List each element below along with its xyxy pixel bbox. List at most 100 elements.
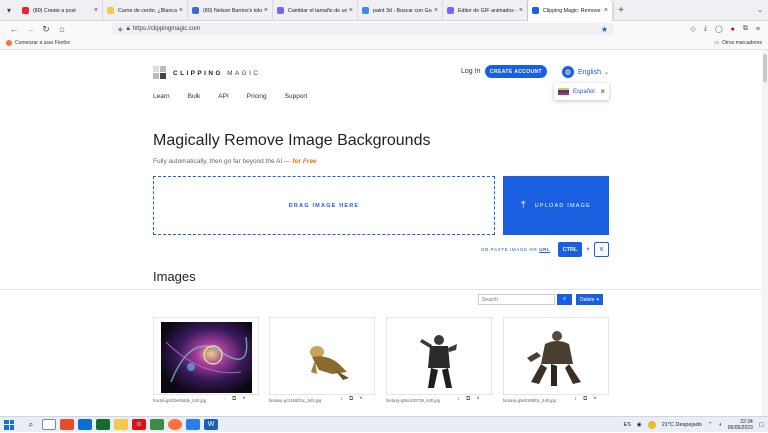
- close-tab-icon[interactable]: ×: [434, 7, 438, 14]
- list-all-tabs-icon[interactable]: ⌄: [752, 0, 768, 20]
- image-card[interactable]: [503, 317, 609, 395]
- search-icon[interactable]: ⌕: [24, 419, 38, 430]
- menu-item-support[interactable]: Support: [285, 93, 308, 100]
- delete-icon[interactable]: ×: [476, 396, 480, 403]
- app-icon[interactable]: [150, 419, 164, 430]
- download-icon[interactable]: ↓: [340, 396, 343, 403]
- tab-create-post[interactable]: (80) Create a post ×: [18, 0, 103, 21]
- menu-item-learn[interactable]: Learn: [153, 93, 170, 100]
- bookmark-star-icon[interactable]: ★: [601, 25, 608, 34]
- back-icon[interactable]: ←: [6, 24, 22, 34]
- search-button[interactable]: ⌕: [557, 294, 572, 305]
- language-indicator[interactable]: ES: [624, 422, 631, 428]
- open-external-icon[interactable]: ⧉: [349, 396, 353, 403]
- tab-carne-de-cerdo[interactable]: Carne de cerdo, ¿Blanca o Roja ×: [103, 0, 188, 21]
- tab-nelson-tokens[interactable]: (80) Nelson Barrios's tokens ar ×: [188, 0, 273, 21]
- extensions-puzzle-icon[interactable]: ⧉: [743, 25, 748, 33]
- images-search-input[interactable]: [478, 294, 555, 305]
- delete-icon[interactable]: ×: [242, 396, 246, 403]
- home-icon[interactable]: ⌂: [54, 24, 70, 34]
- image-filename: fractal-gc6f2e60dde_640.jpg: [153, 398, 207, 403]
- opera-icon[interactable]: o: [132, 419, 146, 430]
- upload-icon: ⤒: [521, 200, 527, 211]
- delete-dropdown[interactable]: Delete ▾: [576, 294, 603, 305]
- tray-chevron-icon[interactable]: ⌃: [708, 422, 713, 428]
- app-icon[interactable]: [78, 419, 92, 430]
- tab-clipping-magic[interactable]: Clipping Magic: Remove Backgr ×: [528, 0, 613, 21]
- close-tab-icon[interactable]: ×: [519, 7, 523, 14]
- lock-icon[interactable]: 🔒︎: [127, 26, 130, 33]
- image-card[interactable]: [386, 317, 492, 395]
- open-external-icon[interactable]: ⧉: [466, 396, 470, 403]
- image-card[interactable]: [269, 317, 375, 395]
- language-selector[interactable]: ◍ English ⌄: [562, 66, 609, 78]
- volume-icon[interactable]: ◖: [718, 422, 721, 428]
- url-bar[interactable]: ◈ 🔒︎ https://clippingmagic.com ★: [112, 23, 614, 35]
- scrollbar-thumb[interactable]: [763, 54, 767, 82]
- tab-title: (80) Create a post: [33, 7, 76, 14]
- browser-nav-bar: ← → ↻ ⌂ ◈ 🔒︎ https://clippingmagic.com ★…: [0, 21, 768, 37]
- tab-resize-gif[interactable]: Cambiar el tamaño de un GIF o ×: [273, 0, 358, 21]
- bookmark-getting-started[interactable]: Comenzar a usar Firefox: [15, 40, 70, 46]
- drag-image-dropzone[interactable]: DRAG IMAGE HERE: [153, 176, 495, 235]
- app-icon[interactable]: [60, 419, 74, 430]
- delete-icon[interactable]: ×: [359, 396, 363, 403]
- extension-icon[interactable]: ●: [731, 26, 735, 33]
- app-icon[interactable]: [186, 419, 200, 430]
- download-icon[interactable]: ↓: [223, 396, 226, 403]
- menu-item-bulk[interactable]: Bulk: [188, 93, 201, 100]
- windows-start-icon[interactable]: [4, 419, 14, 430]
- weather-text[interactable]: 21°C Despejado: [662, 422, 702, 428]
- close-icon[interactable]: ×: [600, 87, 605, 96]
- login-link[interactable]: Log In: [461, 68, 480, 75]
- firefox-icon[interactable]: [168, 419, 182, 430]
- fantasy-warrior-thumbnail[interactable]: [394, 322, 485, 393]
- page-scrollbar[interactable]: [762, 50, 768, 416]
- new-tab-button[interactable]: +: [613, 0, 629, 20]
- task-view-icon[interactable]: [42, 419, 56, 430]
- open-external-icon[interactable]: ⧉: [583, 396, 587, 403]
- download-icon[interactable]: ↓: [457, 396, 460, 403]
- notifications-icon[interactable]: ▢: [759, 422, 764, 428]
- forward-icon[interactable]: →: [22, 24, 38, 34]
- weather-icon[interactable]: [647, 421, 656, 429]
- menu-icon[interactable]: ≡: [756, 26, 760, 33]
- close-tab-icon[interactable]: ×: [94, 7, 98, 14]
- image-actions: ↓ ⧉ ×: [340, 396, 363, 403]
- site-logo[interactable]: CLIPPING MAGIC: [153, 66, 260, 80]
- open-external-icon[interactable]: ⧉: [232, 396, 236, 403]
- paste-url-link[interactable]: URL: [539, 247, 550, 252]
- delete-icon[interactable]: ×: [593, 396, 597, 403]
- shield-icon[interactable]: ◈: [118, 26, 123, 33]
- pocket-icon[interactable]: ◇: [690, 25, 695, 33]
- close-tab-icon[interactable]: ×: [349, 7, 353, 14]
- network-icon[interactable]: ◉: [637, 422, 642, 428]
- create-account-button[interactable]: CREATE ACCOUNT: [485, 65, 547, 78]
- account-icon[interactable]: ◯: [715, 25, 723, 33]
- language-suggestion-popup[interactable]: Español ×: [554, 83, 609, 100]
- firefox-view-icon[interactable]: ▾: [0, 0, 18, 20]
- close-tab-icon[interactable]: ×: [179, 7, 183, 14]
- language-suggestion-label[interactable]: Español: [573, 89, 595, 95]
- image-card[interactable]: [153, 317, 259, 395]
- close-tab-icon[interactable]: ×: [604, 7, 608, 14]
- reload-icon[interactable]: ↻: [38, 24, 54, 35]
- clock[interactable]: 22:34 06/05/2023: [728, 419, 753, 431]
- fractal-thumbnail[interactable]: [161, 322, 252, 393]
- fantasy-creature-thumbnail[interactable]: [511, 322, 602, 393]
- menu-item-pricing[interactable]: Pricing: [247, 93, 267, 100]
- downloads-icon[interactable]: ⤓: [704, 25, 707, 33]
- fantasy-figure-thumbnail[interactable]: [277, 322, 368, 393]
- menu-item-api[interactable]: API: [218, 93, 228, 100]
- upload-image-button[interactable]: ⤒ UPLOAD IMAGE: [503, 176, 609, 235]
- word-icon[interactable]: W: [204, 419, 218, 430]
- download-icon[interactable]: ↓: [574, 396, 577, 403]
- close-tab-icon[interactable]: ×: [264, 7, 268, 14]
- other-bookmarks[interactable]: ▭ Otros marcadores: [714, 40, 762, 46]
- tab-paint-3d-search[interactable]: paint 3d - Buscar con Google ×: [358, 0, 443, 21]
- url-text[interactable]: https://clippingmagic.com: [133, 26, 200, 32]
- tab-gif-editor[interactable]: Editor de GIF animados - Blogs ×: [443, 0, 528, 21]
- page-favicon-icon: [107, 7, 114, 14]
- app-icon[interactable]: [96, 419, 110, 430]
- file-explorer-icon[interactable]: [114, 419, 128, 430]
